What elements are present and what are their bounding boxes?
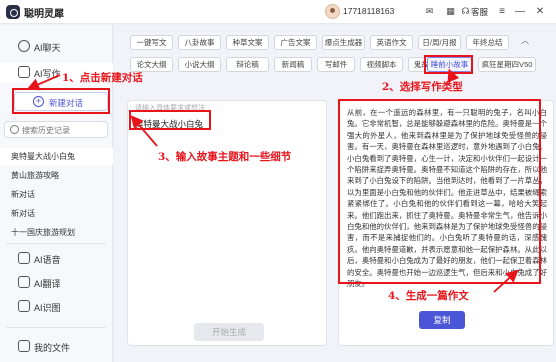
writing-type-chip[interactable]: 日/周/月报 xyxy=(418,35,461,50)
translate-icon xyxy=(18,276,30,288)
generate-button[interactable]: 开始生成 xyxy=(194,323,264,341)
annotation-box-output xyxy=(338,99,541,284)
app-window: 聪明灵犀 17718118163 ✉ ▦ ☊ 客服 ≡ — ✕ AI聊天 AI写… xyxy=(0,0,556,362)
user-phone[interactable]: 17718118163 xyxy=(343,6,394,16)
title-bar: 聪明灵犀 17718118163 ✉ ▦ ☊ 客服 ≡ — ✕ xyxy=(0,0,556,24)
sidebar-item-ai-image[interactable]: AI识图 xyxy=(0,296,113,316)
annotation-box-topic xyxy=(129,110,211,130)
annotation-step-1: 1、点击新建对话 xyxy=(62,72,143,84)
writing-type-chip[interactable]: 爆点生成器 xyxy=(322,35,365,50)
writing-type-chip[interactable]: 辩论稿 xyxy=(226,57,269,72)
writing-type-chip[interactable]: 视频脚本 xyxy=(360,57,403,72)
writing-type-chip[interactable]: 广告文案 xyxy=(274,35,317,50)
sidebar-item-ai-translate[interactable]: AI翻译 xyxy=(0,272,113,292)
grid-icon[interactable]: ▦ xyxy=(444,5,457,18)
writing-type-chip[interactable]: 新闻稿 xyxy=(274,57,312,72)
sidebar-item-label: AI写作 xyxy=(34,69,61,79)
history-item[interactable]: 新对话 xyxy=(0,205,113,222)
writing-type-chip[interactable]: 写邮件 xyxy=(317,57,355,72)
writing-type-chip[interactable]: 一键写文 xyxy=(130,35,173,50)
sidebar-item-my-files[interactable]: 我的文件 xyxy=(0,336,113,356)
close-icon[interactable]: ✕ xyxy=(533,4,547,19)
kefu-label[interactable]: 客服 xyxy=(471,6,488,18)
folder-icon xyxy=(18,340,30,352)
writing-type-chip[interactable]: 英语作文 xyxy=(370,35,413,50)
sidebar-item-label: AI识图 xyxy=(34,303,61,313)
writing-type-chip[interactable]: 疯狂星期四V50 xyxy=(478,57,536,72)
pen-icon xyxy=(18,66,30,78)
history-item[interactable]: 十一国庆旅游规划 xyxy=(0,224,113,241)
writing-type-chip[interactable]: 八卦故事 xyxy=(178,35,221,50)
annotation-step-4: 4、生成一篇作文 xyxy=(388,290,469,302)
writing-type-chip[interactable]: 种草文案 xyxy=(226,35,269,50)
minimize-icon[interactable]: — xyxy=(513,4,527,19)
history-search-input[interactable] xyxy=(22,124,106,136)
writing-type-chip[interactable]: 小说大纲 xyxy=(178,57,221,72)
search-icon xyxy=(10,125,19,134)
annotation-box-writing-type xyxy=(424,55,473,74)
user-avatar[interactable] xyxy=(325,4,340,19)
image-icon xyxy=(18,300,30,312)
sidebar-item-ai-voice[interactable]: AI语音 xyxy=(0,248,113,268)
history-item[interactable]: 奥特曼大战小白兔 xyxy=(0,148,113,165)
history-item[interactable]: 新对话 xyxy=(0,186,113,203)
history-item[interactable]: 黄山旅游攻略 xyxy=(0,167,113,184)
writing-type-chip[interactable]: 年终总结 xyxy=(466,35,509,50)
prompt-panel[interactable]: 请输入具体要求或想法 奥特曼大战小白兔 xyxy=(127,100,327,346)
app-logo-icon xyxy=(6,5,20,19)
sidebar-item-label: 我的文件 xyxy=(34,343,71,353)
history-search[interactable] xyxy=(4,121,108,138)
voice-icon xyxy=(18,252,30,264)
chat-bubble-icon xyxy=(18,40,30,52)
sidebar-item-label: AI翻译 xyxy=(34,279,61,289)
sidebar-item-ai-chat[interactable]: AI聊天 xyxy=(0,37,113,57)
mail-icon[interactable]: ✉ xyxy=(423,5,436,18)
chevron-up-icon[interactable]: ︿ xyxy=(519,35,531,47)
annotation-box-new-chat xyxy=(12,88,110,114)
copy-button[interactable]: 复制 xyxy=(419,311,465,329)
app-title: 聪明灵犀 xyxy=(24,9,64,20)
sidebar-item-label: AI语音 xyxy=(34,255,61,265)
annotation-step-3: 3、输入故事主题和一些细节 xyxy=(158,151,292,163)
annotation-step-2: 2、选择写作类型 xyxy=(382,81,463,93)
menu-icon[interactable]: ≡ xyxy=(495,4,509,19)
sidebar-item-label: AI聊天 xyxy=(34,43,61,53)
sidebar-divider xyxy=(6,243,106,244)
sidebar-divider xyxy=(6,327,106,328)
